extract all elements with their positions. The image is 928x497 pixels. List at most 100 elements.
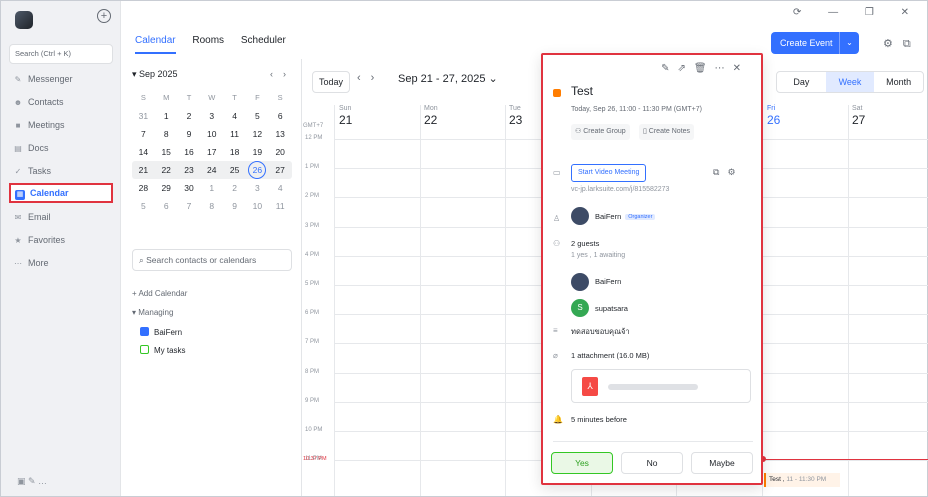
view-month[interactable]: Month <box>874 72 923 92</box>
share-icon[interactable]: ⇗ <box>678 63 694 74</box>
mini-calendar-day[interactable]: 3 <box>200 107 223 125</box>
nav-item-calendar[interactable]: ▦ Calendar <box>9 183 113 203</box>
mini-calendar-day[interactable]: 21 <box>132 161 155 179</box>
bottom-app-icons[interactable]: ▣ ✎ … <box>17 476 47 487</box>
mini-calendar-day[interactable]: 7 <box>132 125 155 143</box>
mini-calendar-day[interactable]: 23 <box>178 161 201 179</box>
mini-calendar-day[interactable]: 18 <box>223 143 246 161</box>
window-controls[interactable]: ⟳ — ❐ ✕ <box>793 7 921 18</box>
date-range-picker[interactable]: Sep 21 - 27, 2025 ⌄ <box>398 72 498 85</box>
view-week[interactable]: Week <box>825 72 875 92</box>
today-button[interactable]: Today <box>312 71 350 93</box>
mini-calendar-day[interactable]: 30 <box>178 179 201 197</box>
nav-item-favorites[interactable]: ★ Favorites <box>9 230 113 250</box>
mini-calendar-day[interactable]: 9 <box>223 197 246 215</box>
mini-calendar-day[interactable]: 29 <box>155 179 178 197</box>
attachment-card[interactable]: ⅄ <box>571 369 751 403</box>
create-group-button[interactable]: ⚇ Create Group <box>571 124 630 140</box>
create-notes-button[interactable]: ▯ Create Notes <box>639 124 695 140</box>
mini-calendar-day[interactable]: 10 <box>246 197 269 215</box>
tab-calendar[interactable]: Calendar <box>135 35 176 54</box>
mini-calendar-day[interactable]: 8 <box>155 125 178 143</box>
mini-calendar-day[interactable]: 4 <box>269 179 292 197</box>
mini-calendar-day[interactable]: 5 <box>132 197 155 215</box>
mini-calendar-day[interactable]: 3 <box>246 179 269 197</box>
rsvp-yes-button[interactable]: Yes <box>551 452 613 474</box>
mini-calendar-day[interactable]: 2 <box>178 107 201 125</box>
mini-calendar-day[interactable]: 1 <box>155 107 178 125</box>
calendar-search-input[interactable]: ⌕ Search contacts or calendars <box>132 249 292 271</box>
mini-calendar-day[interactable]: 13 <box>269 125 292 143</box>
close-icon[interactable]: ✕ <box>733 63 749 74</box>
add-calendar-link[interactable]: + Add Calendar <box>132 289 187 298</box>
mini-calendar-day[interactable]: 19 <box>246 143 269 161</box>
copy-icon[interactable]: ⧉ <box>713 167 727 177</box>
calendar-item-baifern[interactable]: BaiFern <box>140 327 182 337</box>
chevron-right-icon[interactable]: › <box>283 69 296 79</box>
mini-calendar-day[interactable]: 26 <box>248 161 267 179</box>
mini-calendar-day[interactable]: 11 <box>269 197 292 215</box>
mini-calendar-day[interactable]: 6 <box>269 107 292 125</box>
calendar-item-my-tasks[interactable]: My tasks <box>140 345 186 355</box>
managing-section[interactable]: ▾ Managing <box>132 308 173 317</box>
chevron-right-icon[interactable]: › <box>371 72 385 84</box>
nav-item-messenger[interactable]: ✎ Messenger <box>9 69 113 89</box>
nav-item-meetings[interactable]: ■ Meetings <box>9 115 113 135</box>
nav-item-docs[interactable]: ▤ Docs <box>9 138 113 158</box>
mini-calendar-day[interactable]: 4 <box>223 107 246 125</box>
mini-calendar-day[interactable]: 6 <box>155 197 178 215</box>
nav-item-more[interactable]: ⋯ More <box>9 253 113 273</box>
chevron-down-icon[interactable]: ⌄ <box>839 32 859 54</box>
meeting-link[interactable]: vc-jp.larksuite.com/j/815582273 <box>571 186 669 193</box>
mini-calendar-month[interactable]: ▾ Sep 2025 <box>132 69 178 80</box>
checkbox-icon[interactable] <box>140 345 149 354</box>
mini-calendar-day[interactable]: 12 <box>246 125 269 143</box>
mini-calendar-day[interactable]: 31 <box>132 107 155 125</box>
add-icon[interactable]: + <box>97 9 111 23</box>
day-header-fri[interactable]: Fri 26 <box>767 105 780 127</box>
mini-calendar-day[interactable]: 9 <box>178 125 201 143</box>
global-search-input[interactable]: Search (Ctrl + K) <box>9 44 113 64</box>
mini-calendar-day[interactable]: 7 <box>178 197 201 215</box>
tab-scheduler[interactable]: Scheduler <box>241 35 286 52</box>
mini-calendar-day[interactable]: 10 <box>200 125 223 143</box>
more-icon[interactable]: ⋯ <box>715 63 733 74</box>
mini-calendar-day[interactable]: 20 <box>269 143 292 161</box>
nav-item-email[interactable]: ✉ Email <box>9 207 113 227</box>
profile-avatar[interactable] <box>15 11 33 29</box>
day-header-mon[interactable]: Mon 22 <box>424 105 438 127</box>
mini-calendar-day[interactable]: 27 <box>269 161 292 179</box>
chevron-left-icon[interactable]: ‹ <box>270 69 283 79</box>
mini-calendar-day[interactable]: 24 <box>200 161 223 179</box>
mini-calendar-day[interactable]: 14 <box>132 143 155 161</box>
nav-item-contacts[interactable]: ☻ Contacts <box>9 92 113 112</box>
mini-calendar-day[interactable]: 17 <box>200 143 223 161</box>
day-header-sun[interactable]: Sun 21 <box>339 105 352 127</box>
chevron-left-icon[interactable]: ‹ <box>357 72 371 84</box>
rsvp-no-button[interactable]: No <box>621 452 683 474</box>
create-event-button[interactable]: Create Event ⌄ <box>771 32 859 54</box>
edit-icon[interactable]: ✎ <box>661 63 677 74</box>
checkbox-checked-icon[interactable] <box>140 327 149 336</box>
tab-rooms[interactable]: Rooms <box>192 35 224 52</box>
nav-item-tasks[interactable]: ✓ Tasks <box>9 161 113 181</box>
mini-calendar-day[interactable]: 11 <box>223 125 246 143</box>
mini-calendar-day[interactable]: 22 <box>155 161 178 179</box>
start-video-meeting-button[interactable]: Start Video Meeting <box>571 164 647 182</box>
day-header-tue[interactable]: Tue 23 <box>509 105 522 127</box>
rsvp-maybe-button[interactable]: Maybe <box>691 452 753 474</box>
mini-calendar-day[interactable]: 8 <box>200 197 223 215</box>
event-test[interactable]: Test , 11 - 11:30 PM <box>764 473 840 487</box>
view-day[interactable]: Day <box>777 72 826 92</box>
mini-calendar-day[interactable]: 15 <box>155 143 178 161</box>
mini-calendar-day[interactable]: 2 <box>223 179 246 197</box>
delete-icon[interactable]: 🗑 <box>694 63 715 74</box>
mini-calendar-day[interactable]: 5 <box>246 107 269 125</box>
share-icon[interactable]: ⧉ <box>903 38 921 50</box>
gear-icon[interactable]: ⚙ <box>883 38 903 50</box>
mini-calendar-day[interactable]: 16 <box>178 143 201 161</box>
mini-calendar-day[interactable]: 25 <box>223 161 246 179</box>
day-header-sat[interactable]: Sat 27 <box>852 105 865 127</box>
mini-calendar-day[interactable]: 1 <box>200 179 223 197</box>
mini-calendar-day[interactable]: 28 <box>132 179 155 197</box>
